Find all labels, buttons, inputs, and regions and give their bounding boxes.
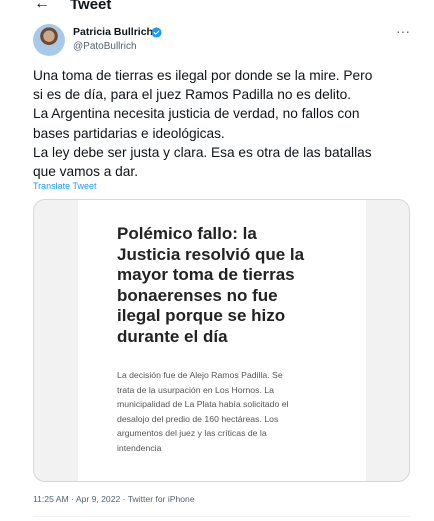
headline-line: Justicia resolvió que la [117,244,305,264]
headline-line: bonaerenses no fue [117,285,278,305]
headline-line: durante el día [117,326,228,346]
summary-line: intendencia [117,442,162,453]
author-handle[interactable]: @PatoBullrich [73,40,137,53]
summary-line: trata de la usurpación en Los Hornos. La [117,384,274,395]
divider [33,516,410,517]
tweet-timestamp[interactable]: 11:25 AM · Apr 9, 2022 · Twitter for iPh… [33,494,195,504]
arrow-left-icon[interactable]: ← [34,0,50,12]
headline-line: ilegal porque se hizo [117,306,286,325]
article-screenshot: Polémico fallo: la Justicia resolvió que… [78,200,366,481]
tweet-header: ← Tweet [0,0,434,14]
tweet-text-line: que vamos a dar. [33,164,139,180]
headline-line: mayor toma de tierras [117,265,295,284]
translate-tweet-link[interactable]: Translate Tweet [33,181,97,191]
summary-line: desalojo del predio de 160 hectáreas. Lo… [117,413,279,424]
tweet-text-line: La ley debe ser justa y clara. Esa es ot… [33,144,372,160]
tweet-text-line: si es de día, para el juez Ramos Padilla… [33,87,352,103]
author-name[interactable]: Patricia Bullrich [73,26,153,39]
summary-line: argumentos del juez y las críticas de la [117,428,267,439]
attached-image-card[interactable]: Polémico fallo: la Justicia resolvió que… [33,199,410,482]
tweet-text: Una toma de tierras es ilegal por donde … [33,66,403,181]
page-title: Tweet [70,0,112,13]
avatar[interactable] [33,24,65,56]
verified-badge-icon [151,27,162,38]
tweet-text-line: Una toma de tierras es ilegal por donde … [33,68,373,83]
article-headline: Polémico fallo: la Justicia resolvió que… [117,224,337,347]
headline-line: Polémico fallo: la [117,224,257,243]
article-summary: La decisión fue de Alejo Ramos Padilla. … [117,368,337,456]
summary-line: La decisión fue de Alejo Ramos Padilla. … [117,370,283,380]
summary-line: municipalidad de La Plata había solicita… [117,399,289,410]
tweet-text-line: bases partidarias e ideológicas. [33,125,225,141]
tweet-text-line: La Argentina necesita justicia de verdad… [33,106,360,122]
more-options-icon[interactable]: ··· [396,23,410,39]
